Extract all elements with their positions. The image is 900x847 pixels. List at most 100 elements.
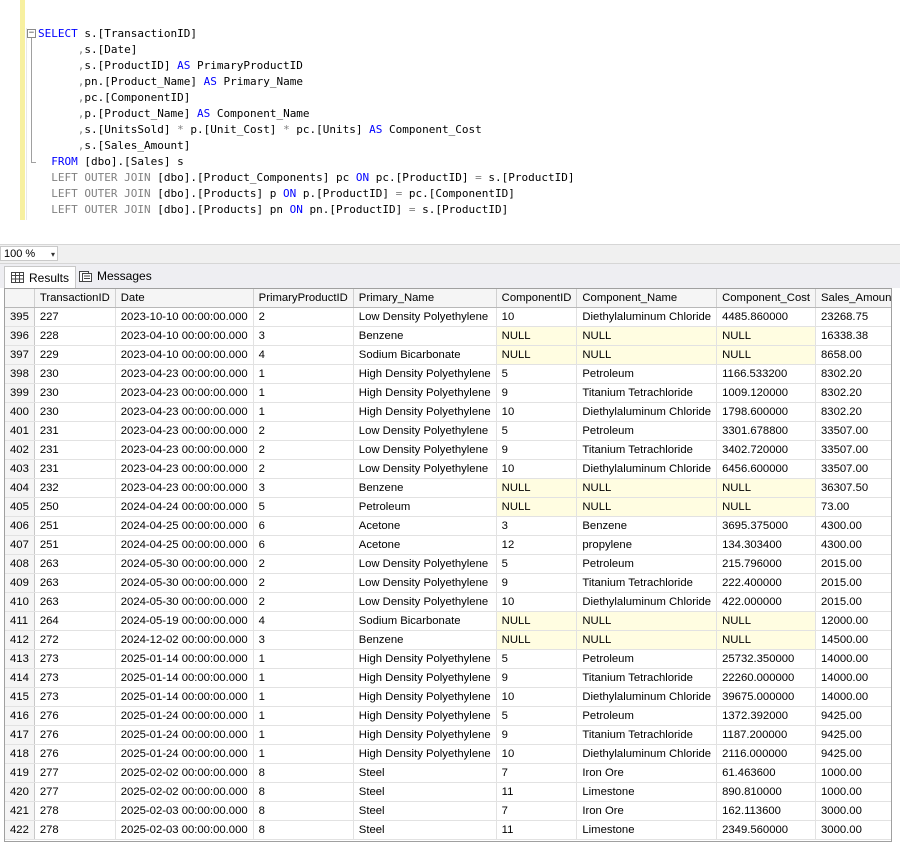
table-cell[interactable]: 1: [253, 687, 354, 707]
table-cell[interactable]: NULL: [496, 630, 578, 650]
row-number[interactable]: 408: [5, 554, 35, 574]
table-cell[interactable]: 1: [253, 383, 354, 403]
table-cell[interactable]: Diethylaluminum Chloride: [576, 744, 718, 764]
table-cell[interactable]: 3: [496, 516, 578, 536]
table-cell[interactable]: 890.810000: [716, 782, 817, 802]
table-cell[interactable]: Steel: [353, 820, 497, 840]
table-row[interactable]: 396 228 2023-04-10 00:00:00.000 3 Benzene NUL…: [5, 326, 891, 346]
table-cell[interactable]: 2025-01-24 00:00:00.000: [115, 706, 254, 726]
table-cell[interactable]: 33507.00: [815, 459, 891, 479]
table-cell[interactable]: NULL: [496, 478, 578, 498]
row-number[interactable]: 420: [5, 782, 35, 802]
table-cell[interactable]: 10: [496, 459, 578, 479]
table-cell[interactable]: High Density Polyethylene: [353, 364, 497, 384]
column-header[interactable]: Primary_Name: [353, 289, 497, 308]
table-row[interactable]: 399 230 2023-04-23 00:00:00.000 1 High Densi…: [5, 383, 891, 403]
table-cell[interactable]: 3: [253, 326, 354, 346]
table-cell[interactable]: 263: [34, 592, 116, 612]
table-cell[interactable]: 2025-01-14 00:00:00.000: [115, 687, 254, 707]
row-number[interactable]: 396: [5, 326, 35, 346]
table-cell[interactable]: 1: [253, 364, 354, 384]
table-cell[interactable]: 2024-04-24 00:00:00.000: [115, 497, 254, 517]
table-cell[interactable]: 250: [34, 497, 116, 517]
table-cell[interactable]: 10: [496, 402, 578, 422]
table-cell[interactable]: 231: [34, 459, 116, 479]
row-number[interactable]: 399: [5, 383, 35, 403]
row-number[interactable]: 409: [5, 573, 35, 593]
table-cell[interactable]: Sodium Bicarbonate: [353, 345, 497, 365]
table-cell[interactable]: Titanium Tetrachloride: [576, 725, 718, 745]
table-row[interactable]: 406 251 2024-04-25 00:00:00.000 6 Acetone 3 Be…: [5, 516, 891, 536]
table-cell[interactable]: Diethylaluminum Chloride: [576, 459, 718, 479]
table-cell[interactable]: 2023-04-23 00:00:00.000: [115, 364, 254, 384]
table-cell[interactable]: 14500.00: [815, 630, 891, 650]
table-cell[interactable]: 1: [253, 649, 354, 669]
row-number[interactable]: 418: [5, 744, 35, 764]
table-cell[interactable]: 3000.00: [815, 820, 891, 840]
table-row[interactable]: 416 276 2025-01-24 00:00:00.000 1 High Densi…: [5, 706, 891, 726]
zoom-dropdown[interactable]: 100 % ▾: [0, 246, 58, 261]
code-line[interactable]: LEFT OUTER JOIN [dbo].[Products] pn ON p…: [38, 202, 574, 218]
table-cell[interactable]: 2025-01-24 00:00:00.000: [115, 744, 254, 764]
table-cell[interactable]: 2: [253, 440, 354, 460]
table-cell[interactable]: 278: [34, 820, 116, 840]
table-cell[interactable]: 2023-10-10 00:00:00.000: [115, 307, 254, 327]
table-cell[interactable]: 33507.00: [815, 440, 891, 460]
table-row[interactable]: 409 263 2024-05-30 00:00:00.000 2 Low Densit…: [5, 573, 891, 593]
table-cell[interactable]: Limestone: [576, 820, 718, 840]
table-cell[interactable]: High Density Polyethylene: [353, 649, 497, 669]
table-cell[interactable]: NULL: [496, 497, 578, 517]
table-cell[interactable]: 6: [253, 535, 354, 555]
table-cell[interactable]: High Density Polyethylene: [353, 668, 497, 688]
table-row[interactable]: 414 273 2025-01-14 00:00:00.000 1 High Densi…: [5, 668, 891, 688]
table-cell[interactable]: 2025-01-14 00:00:00.000: [115, 668, 254, 688]
table-cell[interactable]: 36307.50: [815, 478, 891, 498]
table-cell[interactable]: 10: [496, 592, 578, 612]
table-cell[interactable]: 2025-02-03 00:00:00.000: [115, 820, 254, 840]
row-number-header[interactable]: [5, 289, 35, 308]
table-cell[interactable]: 11: [496, 820, 578, 840]
table-cell[interactable]: 9425.00: [815, 706, 891, 726]
table-cell[interactable]: 5: [496, 649, 578, 669]
sql-code[interactable]: SELECT s.[TransactionID] ,s.[Date] ,s.[P…: [38, 26, 574, 218]
table-cell[interactable]: 263: [34, 554, 116, 574]
table-cell[interactable]: 3301.678800: [716, 421, 817, 441]
table-cell[interactable]: 2024-05-30 00:00:00.000: [115, 554, 254, 574]
table-cell[interactable]: NULL: [576, 478, 718, 498]
table-cell[interactable]: 2023-04-23 00:00:00.000: [115, 478, 254, 498]
collapse-outline-icon[interactable]: −: [27, 29, 36, 38]
column-header[interactable]: Sales_Amount: [815, 289, 891, 308]
table-row[interactable]: 397 229 2023-04-10 00:00:00.000 4 Sodium Bic…: [5, 345, 891, 365]
column-header[interactable]: PrimaryProductID: [253, 289, 354, 308]
table-cell[interactable]: 1: [253, 706, 354, 726]
table-cell[interactable]: Benzene: [576, 516, 718, 536]
row-number[interactable]: 413: [5, 649, 35, 669]
table-cell[interactable]: 230: [34, 383, 116, 403]
results-grid[interactable]: TransactionID Date PrimaryProductID Primary…: [4, 288, 892, 842]
table-cell[interactable]: 277: [34, 763, 116, 783]
table-cell[interactable]: Low Density Polyethylene: [353, 592, 497, 612]
table-cell[interactable]: 2015.00: [815, 554, 891, 574]
table-cell[interactable]: 230: [34, 402, 116, 422]
table-row[interactable]: 413 273 2025-01-14 00:00:00.000 1 High Densi…: [5, 649, 891, 669]
table-cell[interactable]: High Density Polyethylene: [353, 725, 497, 745]
table-cell[interactable]: 9425.00: [815, 725, 891, 745]
table-cell[interactable]: 4: [253, 611, 354, 631]
column-header[interactable]: Component_Name: [576, 289, 718, 308]
table-cell[interactable]: NULL: [716, 326, 817, 346]
table-cell[interactable]: 1000.00: [815, 782, 891, 802]
table-cell[interactable]: 134.303400: [716, 535, 817, 555]
table-cell[interactable]: 251: [34, 516, 116, 536]
table-cell[interactable]: NULL: [576, 611, 718, 631]
row-number[interactable]: 398: [5, 364, 35, 384]
table-cell[interactable]: 61.463600: [716, 763, 817, 783]
table-cell[interactable]: 1: [253, 402, 354, 422]
table-cell[interactable]: 39675.000000: [716, 687, 817, 707]
row-number[interactable]: 403: [5, 459, 35, 479]
table-cell[interactable]: 273: [34, 687, 116, 707]
row-number[interactable]: 395: [5, 307, 35, 327]
table-cell[interactable]: NULL: [716, 478, 817, 498]
table-cell[interactable]: High Density Polyethylene: [353, 744, 497, 764]
table-cell[interactable]: 251: [34, 535, 116, 555]
code-line[interactable]: ,p.[Product_Name] AS Component_Name: [38, 106, 574, 122]
